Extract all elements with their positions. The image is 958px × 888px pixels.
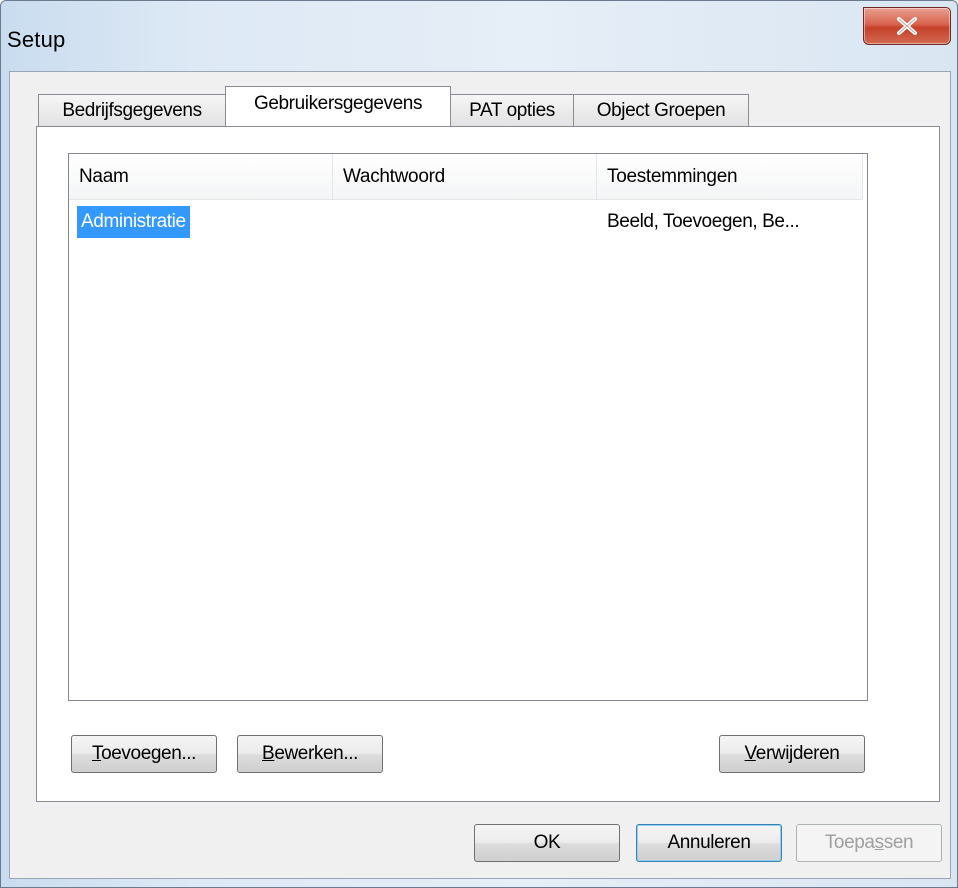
title-bar[interactable]: Setup	[1, 1, 957, 71]
add-button-label: oevoegen...	[101, 743, 196, 764]
add-button[interactable]: Toevoegen...	[71, 735, 217, 773]
column-header-wachtwoord[interactable]: Wachtwoord	[333, 154, 597, 200]
apply-button-label-start: Toepa	[824, 832, 875, 853]
tab-gebruikersgegevens[interactable]: Gebruikersgegevens	[225, 86, 451, 126]
delete-button[interactable]: Verwijderen	[719, 735, 865, 773]
column-header-toestemmingen[interactable]: Toestemmingen	[597, 154, 863, 200]
dialog-client-area: Bedrijfsgegevens Gebruikersgegevens PAT …	[9, 71, 951, 879]
tab-bedrijfsgegevens[interactable]: Bedrijfsgegevens	[38, 94, 226, 126]
apply-button-label-end: sen	[883, 832, 914, 853]
edit-button[interactable]: Bewerken...	[237, 735, 383, 773]
tab-panel-gebruikersgegevens: Naam Wachtwoord Toestemmingen Administra…	[36, 126, 940, 802]
edit-button-label: ewerken...	[274, 743, 358, 764]
close-button[interactable]	[863, 7, 951, 45]
list-item-naam[interactable]: Administratie	[77, 206, 190, 238]
setup-dialog: Setup Bedrijfsgegevens Gebruikersgegeven…	[0, 0, 958, 888]
close-icon	[897, 17, 917, 35]
add-button-mnemonic: T	[91, 743, 102, 764]
apply-button[interactable]: Toepassen	[796, 824, 942, 862]
cancel-button[interactable]: Annuleren	[636, 824, 782, 862]
list-item-toestemmingen[interactable]: Beeld, Toevoegen, Be...	[607, 206, 800, 238]
edit-button-mnemonic: B	[262, 743, 275, 764]
delete-button-label: erwijderen	[755, 743, 840, 764]
tab-pat-opties[interactable]: PAT opties	[450, 94, 574, 126]
delete-button-mnemonic: V	[744, 743, 757, 764]
tab-object-groepen[interactable]: Object Groepen	[573, 94, 749, 126]
column-header-naam[interactable]: Naam	[69, 154, 333, 200]
ok-button[interactable]: OK	[474, 824, 620, 862]
users-list[interactable]: Naam Wachtwoord Toestemmingen Administra…	[68, 153, 868, 701]
window-title: Setup	[7, 27, 66, 52]
apply-button-mnemonic: s	[874, 832, 885, 853]
